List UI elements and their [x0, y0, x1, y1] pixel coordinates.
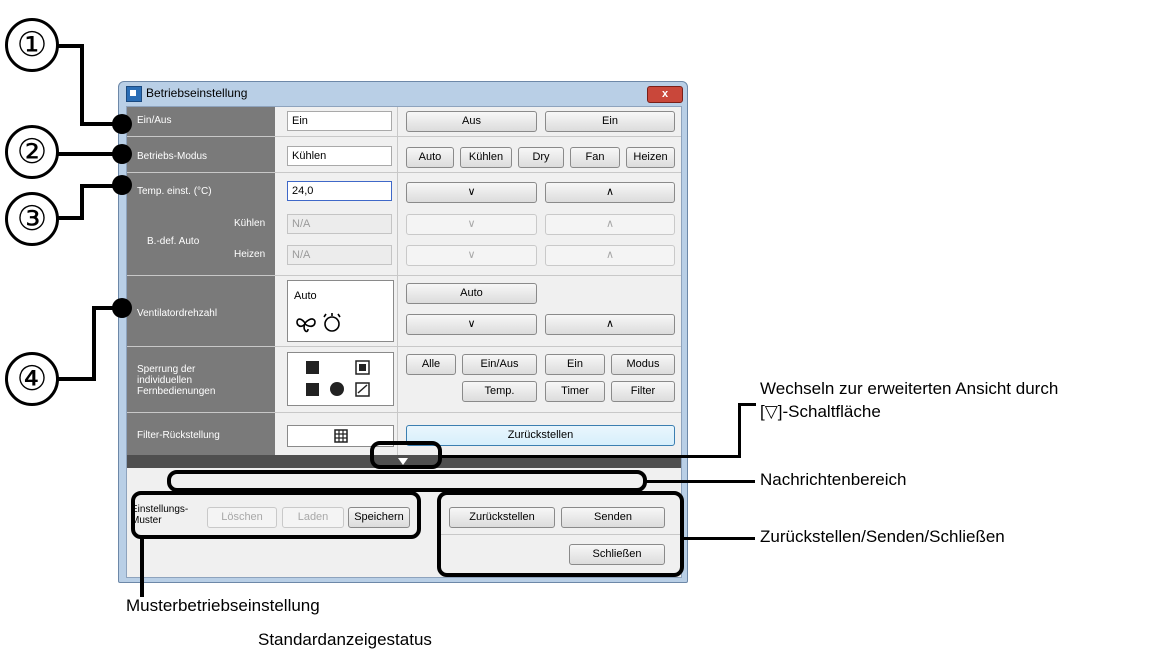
title-bar: Betriebseinstellung x: [119, 82, 687, 104]
lock-all-button[interactable]: Alle: [406, 354, 456, 375]
leader-1: [80, 44, 84, 126]
window-title: Betriebseinstellung: [146, 86, 248, 100]
fan-label: Ventilatordrehzahl: [137, 308, 218, 319]
lock-label-line2: individuellen: [137, 375, 193, 386]
callout-4: ④: [5, 352, 59, 406]
mode-label: Betriebs-Modus: [137, 151, 208, 162]
heat-down-button[interactable]: ∨: [406, 245, 537, 266]
mode-heat-button[interactable]: Heizen: [626, 147, 675, 168]
heat-setpoint-value: N/A: [287, 245, 392, 265]
lock-mode-button[interactable]: Modus: [611, 354, 675, 375]
lock-label-line3: Fernbedienungen: [137, 386, 216, 397]
close-window-button[interactable]: x: [647, 86, 683, 103]
mode-cool-button[interactable]: Kühlen: [460, 147, 512, 168]
callout-1: ①: [5, 18, 59, 72]
leader-4: [92, 306, 96, 381]
fan-auto-icon: [296, 313, 341, 333]
lock-on-button[interactable]: Ein: [545, 354, 605, 375]
leader-dot-2: [112, 144, 132, 164]
leader-1: [58, 44, 82, 48]
mode-value: Kühlen: [287, 146, 392, 166]
leader-dot-3: [112, 175, 132, 195]
off-button[interactable]: Aus: [406, 111, 537, 132]
leader-actions: [682, 537, 755, 540]
temp-value[interactable]: 24,0: [287, 181, 392, 201]
fan-up-button[interactable]: ∧: [545, 314, 675, 335]
filter-label: Filter-Rückstellung: [137, 430, 220, 441]
app-icon: [126, 86, 142, 102]
filter-icon: [334, 429, 348, 443]
message-note: Nachrichtenbereich: [760, 470, 907, 489]
lock-temp-button[interactable]: Temp.: [462, 381, 537, 402]
leader-3: [80, 184, 84, 220]
lock-timer-button[interactable]: Timer: [545, 381, 605, 402]
fan-auto-button[interactable]: Auto: [406, 283, 537, 304]
cool-down-button[interactable]: ∨: [406, 214, 537, 235]
cool-setpoint-label: Kühlen: [234, 218, 266, 229]
cool-setpoint-value: N/A: [287, 214, 392, 234]
onoff-value: Ein: [287, 111, 392, 131]
fan-display: Auto: [287, 280, 394, 342]
temp-label: Temp. einst. (°C): [137, 186, 212, 197]
leader-expand: [440, 455, 740, 458]
lock-icons-display: [287, 352, 394, 406]
row-separator: [127, 275, 681, 276]
actions-note: Zurückstellen/Senden/Schließen: [760, 527, 1005, 546]
column-divider: [397, 107, 398, 455]
callout-2: ②: [5, 125, 59, 179]
leader-dot-1: [112, 114, 132, 134]
actions-highlight: [437, 491, 684, 577]
lock-label: Sperrung der individuellen Fernbedienung…: [137, 364, 215, 397]
expand-note-line2: [▽]-Schaltfläche: [760, 402, 881, 421]
row-separator: [127, 136, 681, 137]
row-separator: [127, 346, 681, 347]
leader-4: [58, 377, 94, 381]
leader-expand: [738, 403, 756, 406]
temp-up-button[interactable]: ∧: [545, 182, 675, 203]
mode-auto-button[interactable]: Auto: [406, 147, 454, 168]
cool-up-button[interactable]: ∧: [545, 214, 675, 235]
lock-status-icons: [306, 360, 370, 397]
onoff-label: Ein/Aus: [137, 115, 172, 126]
mode-dry-button[interactable]: Dry: [518, 147, 564, 168]
expand-note-line1: Wechseln zur erweiterten Ansicht durch: [760, 379, 1059, 398]
lock-onoff-button[interactable]: Ein/Aus: [462, 354, 537, 375]
mode-fan-button[interactable]: Fan: [570, 147, 620, 168]
leader-dot-4: [112, 298, 132, 318]
heat-up-button[interactable]: ∧: [545, 245, 675, 266]
filter-reset-button[interactable]: Zurückstellen: [406, 425, 675, 446]
leader-message: [645, 480, 755, 483]
callout-3: ③: [5, 192, 59, 246]
fan-down-button[interactable]: ∨: [406, 314, 537, 335]
pattern-note: Musterbetriebseinstellung: [126, 596, 320, 615]
leader-pattern: [140, 537, 144, 597]
expand-highlight: [370, 441, 442, 469]
lock-filter-button[interactable]: Filter: [611, 381, 675, 402]
leader-2: [58, 152, 120, 156]
leader-expand: [738, 403, 741, 458]
lock-label-line1: Sperrung der: [137, 364, 196, 375]
on-button[interactable]: Ein: [545, 111, 675, 132]
auto-setpoint-label: B.-def. Auto: [147, 236, 200, 247]
leader-3: [58, 216, 82, 220]
heat-setpoint-label: Heizen: [234, 249, 266, 260]
row-separator: [127, 172, 681, 173]
fan-value: Auto: [294, 290, 317, 302]
message-highlight: [167, 470, 647, 492]
temp-down-button[interactable]: ∨: [406, 182, 537, 203]
pattern-highlight: [131, 491, 421, 539]
row-separator: [127, 412, 681, 413]
figure-caption: Standardanzeigestatus: [258, 630, 432, 649]
